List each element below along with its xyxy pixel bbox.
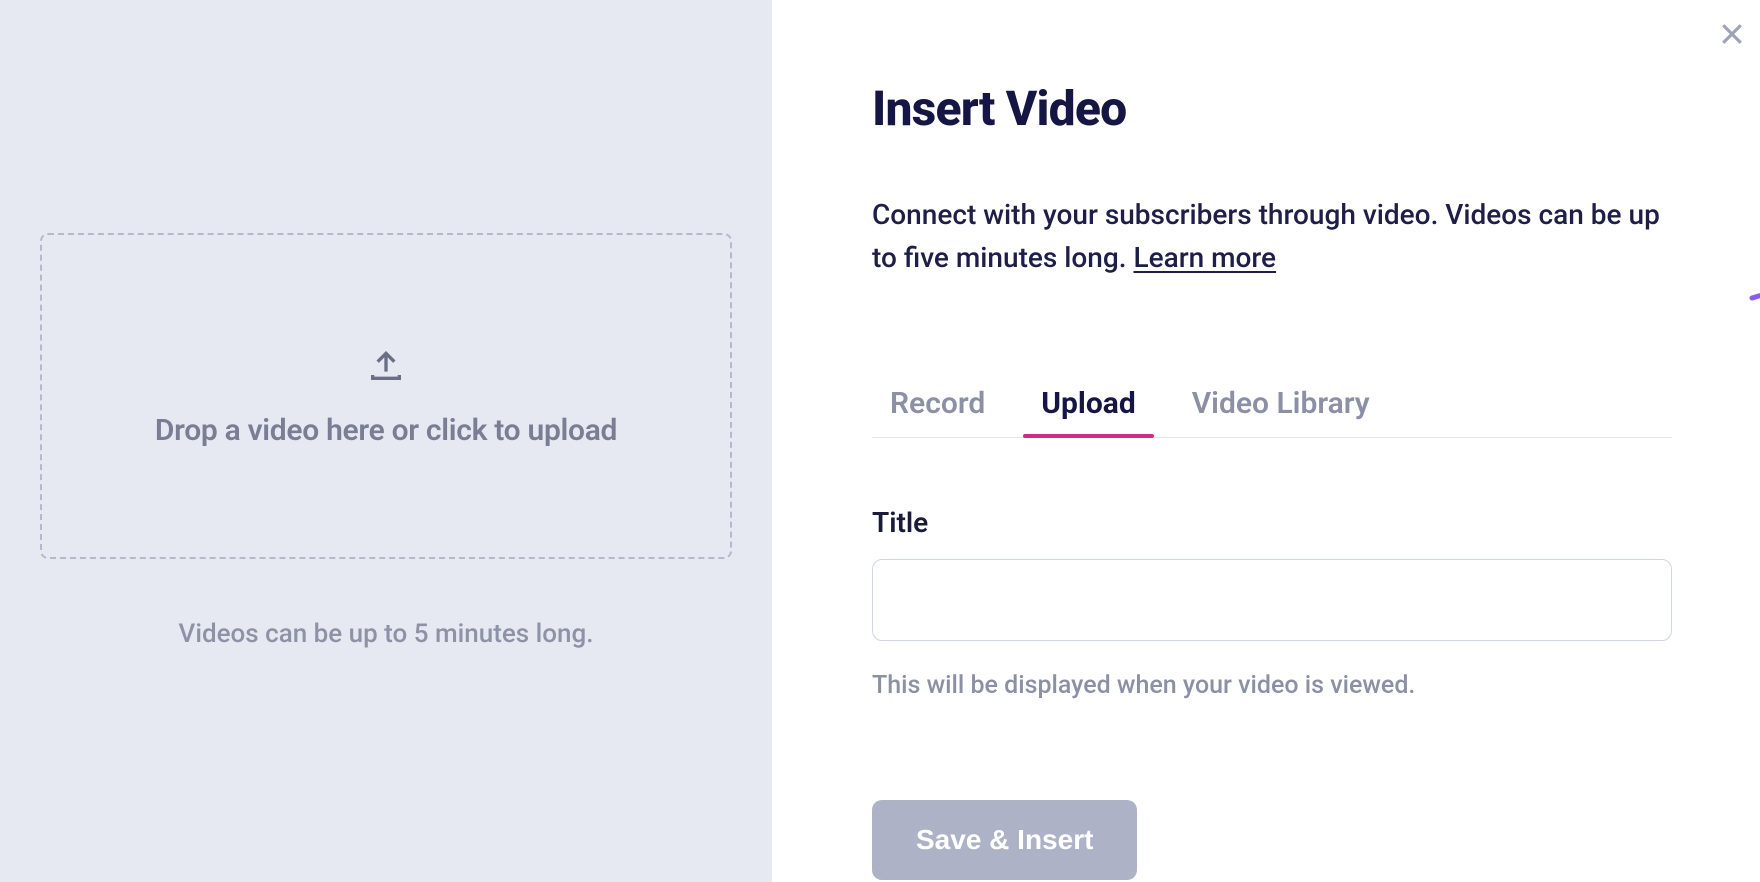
modal-heading: Insert Video: [872, 80, 1672, 137]
video-dropzone[interactable]: Drop a video here or click to upload: [40, 233, 732, 559]
annotation-arrow-icon: [1742, 286, 1760, 370]
title-input[interactable]: [872, 559, 1672, 641]
tab-video-library[interactable]: Video Library: [1192, 378, 1370, 437]
tab-upload[interactable]: Upload: [1041, 378, 1135, 437]
tab-record[interactable]: Record: [890, 378, 985, 437]
upload-icon: [366, 345, 406, 389]
insert-video-modal: Drop a video here or click to upload Vid…: [0, 0, 1760, 882]
close-icon: [1717, 19, 1747, 53]
video-limit-text: Videos can be up to 5 minutes long.: [179, 619, 594, 649]
insert-video-form-pane: Insert Video Connect with your subscribe…: [772, 0, 1760, 882]
video-source-tabs: Record Upload Video Library: [872, 378, 1672, 438]
modal-description: Connect with your subscribers through vi…: [872, 193, 1672, 280]
dropzone-prompt: Drop a video here or click to upload: [155, 413, 617, 448]
learn-more-link[interactable]: Learn more: [1133, 241, 1276, 274]
title-form-section: Title This will be displayed when your v…: [872, 506, 1672, 700]
close-button[interactable]: [1710, 14, 1754, 58]
save-insert-button[interactable]: Save & Insert: [872, 800, 1137, 880]
title-help-text: This will be displayed when your video i…: [872, 671, 1672, 700]
title-label: Title: [872, 506, 1672, 539]
upload-preview-pane: Drop a video here or click to upload Vid…: [0, 0, 772, 882]
